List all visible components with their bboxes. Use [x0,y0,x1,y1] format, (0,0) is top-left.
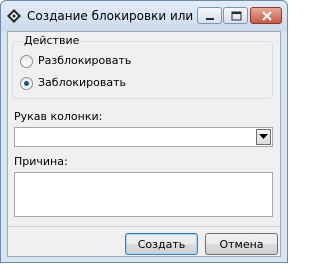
radio-selected-dot [24,81,29,86]
radio-unlock-label[interactable]: Разблокировать [38,54,131,67]
close-icon [262,11,272,21]
title-bar[interactable]: Создание блокировки или ... [1,1,287,31]
close-button[interactable] [250,7,282,24]
maximize-icon [231,11,242,21]
window-title: Создание блокировки или ... [27,9,209,23]
chevron-down-icon [259,134,268,139]
minimize-button[interactable] [197,7,222,24]
dialog-body: Действие Разблокировать Заблокировать Ру… [7,31,281,257]
action-groupbox: Действие Разблокировать Заблокировать [12,34,273,99]
reason-label: Причина: [14,155,68,168]
dialog-window: Создание блокировки или ... Действие Раз… [0,0,288,263]
maximize-button[interactable] [223,7,248,24]
dropdown-button[interactable] [256,129,271,145]
column-sleeve-dropdown[interactable] [14,127,273,147]
button-bar-separator [8,226,280,227]
action-group-legend: Действие [22,34,82,47]
column-sleeve-label: Рукав колонки: [14,110,103,123]
diamond-app-icon [7,9,21,23]
minimize-icon [206,18,214,20]
reason-textarea[interactable] [14,172,273,217]
create-button[interactable]: Создать [125,233,198,255]
radio-lock-label[interactable]: Заблокировать [38,76,126,89]
radio-unlock[interactable] [20,55,33,68]
cancel-button[interactable]: Отмена [205,233,278,255]
radio-lock[interactable] [20,77,33,90]
